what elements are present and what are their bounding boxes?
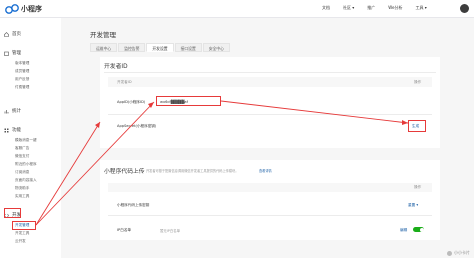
nav-tools[interactable]: 工具 ▾ bbox=[415, 5, 426, 11]
nav-docs[interactable]: 文档 bbox=[322, 5, 330, 11]
sidebar-item-cloud[interactable]: 云开发 bbox=[15, 239, 26, 244]
watermark: 小小卡片 bbox=[447, 250, 470, 256]
sidebar-item-subscribe[interactable]: 订阅消息 bbox=[15, 170, 29, 175]
dev-id-table-header bbox=[108, 77, 432, 87]
sidebar-item-pay[interactable]: 微信支付 bbox=[15, 154, 29, 159]
app-logo[interactable]: 小程序 bbox=[5, 3, 42, 15]
appid-label: AppID(小程序ID) bbox=[117, 100, 146, 104]
nav-community[interactable]: 社区 ▾ bbox=[343, 5, 354, 11]
sidebar-item-dev-tools[interactable]: 开发工具 bbox=[15, 231, 29, 236]
edit-whitelist-button[interactable]: 编辑 bbox=[400, 228, 407, 233]
sidebar-item-logistics[interactable]: 物流助手 bbox=[15, 186, 29, 191]
sidebar-item-template[interactable]: 模版消息一键 bbox=[15, 138, 37, 143]
watermark-text: 小小卡片 bbox=[454, 250, 470, 255]
divider bbox=[104, 72, 436, 73]
upload-table-header bbox=[108, 183, 432, 192]
chart-icon bbox=[4, 109, 9, 113]
ip-whitelist-value: 暂无IP白名单 bbox=[160, 229, 180, 233]
reset-key-button[interactable]: 重置 ▾ bbox=[408, 203, 418, 208]
tab-ops[interactable]: 运维中心 bbox=[90, 43, 118, 52]
tab-dev-settings[interactable]: 开发设置 bbox=[146, 43, 174, 52]
sidebar-item-content[interactable]: 页面内容接入 bbox=[15, 178, 37, 183]
sidebar-group-label: 统计 bbox=[12, 109, 21, 114]
upload-desc: 开发者可基于配置信息调用微信开发者工具提供的代码上传模块。 bbox=[146, 169, 239, 173]
sidebar-group-manage[interactable]: 管理 bbox=[4, 50, 21, 56]
sidebar-group-home[interactable]: 首页 bbox=[4, 31, 21, 37]
tab-monitor[interactable]: 监控告警 bbox=[118, 43, 146, 52]
folder-icon bbox=[4, 51, 9, 56]
sidebar-group-label: 功能 bbox=[12, 128, 21, 133]
dev-id-panel bbox=[100, 57, 440, 148]
sidebar-item-ads[interactable]: 客服广告 bbox=[15, 146, 29, 151]
tab-api[interactable]: 接口设置 bbox=[174, 43, 202, 52]
avatar[interactable] bbox=[460, 4, 469, 13]
sidebar-item-payment[interactable]: 付费管理 bbox=[15, 85, 29, 90]
mini-program-logo-icon bbox=[5, 4, 19, 14]
sidebar-group-stats[interactable]: 统计 bbox=[4, 108, 21, 114]
sidebar-item-nearby[interactable]: 附近的小程序 bbox=[15, 162, 37, 167]
sidebar-group-features[interactable]: 功能 bbox=[4, 127, 21, 133]
ip-whitelist-label: IP白名单 bbox=[117, 228, 132, 232]
col-action: 操作 bbox=[414, 185, 422, 189]
divider bbox=[108, 114, 432, 115]
highlight-dev-manage bbox=[12, 221, 36, 230]
home-icon bbox=[4, 31, 9, 37]
nav-analysis[interactable]: We分析 bbox=[388, 5, 402, 11]
dev-id-heading: 开发者ID bbox=[104, 64, 128, 70]
highlight-dev-group bbox=[4, 208, 21, 218]
app-name: 小程序 bbox=[21, 5, 42, 13]
highlight-appid bbox=[156, 96, 221, 106]
sidebar-group-label: 首页 bbox=[12, 32, 21, 37]
whitelist-toggle[interactable] bbox=[413, 227, 424, 232]
page-title: 开发管理 bbox=[90, 31, 116, 39]
sidebar-item-feedback[interactable]: 用户反馈 bbox=[15, 77, 29, 82]
sidebar-group-label: 管理 bbox=[12, 51, 21, 56]
top-nav: 文档 社区 ▾ 推广 We分析 工具 ▾ bbox=[322, 5, 427, 11]
appsecret-label: AppSecret(小程序密钥) bbox=[117, 124, 157, 128]
upload-heading: 小程序代码上传 bbox=[104, 169, 145, 175]
tab-bar: 运维中心 监控告警 开发设置 接口设置 安全中心 bbox=[90, 43, 231, 52]
upload-key-label: 小程序代码上传密钥 bbox=[117, 203, 150, 207]
sidebar-item-tools[interactable]: 实用工具 bbox=[15, 194, 29, 199]
col-action: 操作 bbox=[414, 80, 422, 84]
watermark-logo-icon bbox=[447, 250, 452, 256]
tab-security[interactable]: 安全中心 bbox=[202, 43, 230, 52]
top-bar: 小程序 文档 社区 ▾ 推广 We分析 工具 ▾ bbox=[0, 0, 474, 18]
sidebar-item-versions[interactable]: 版本管理 bbox=[15, 61, 29, 66]
nav-promote[interactable]: 推广 bbox=[367, 5, 375, 11]
divider bbox=[108, 215, 432, 216]
highlight-generate bbox=[408, 120, 426, 132]
grid-icon bbox=[4, 128, 9, 132]
col-dev-id: 开发者ID bbox=[117, 80, 132, 84]
sidebar-item-members[interactable]: 成员管理 bbox=[15, 69, 29, 74]
upload-detail-link[interactable]: 查看详情 bbox=[259, 168, 272, 173]
